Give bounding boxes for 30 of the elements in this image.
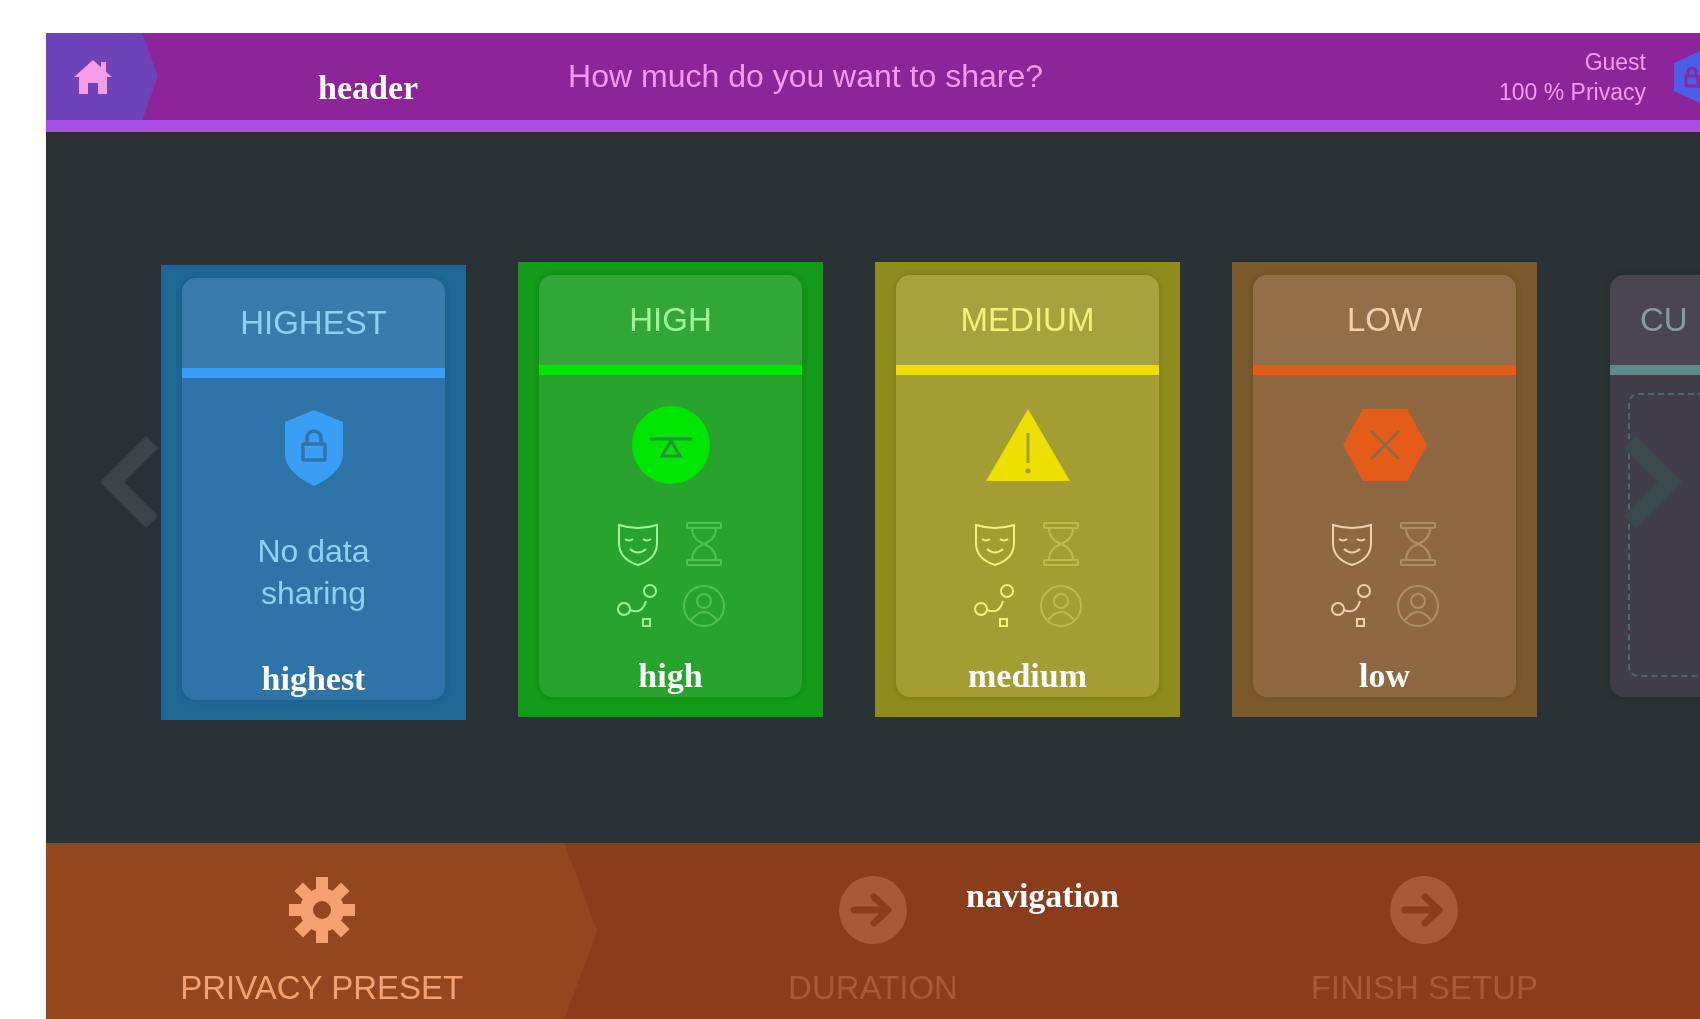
hexagon-x-icon <box>1340 407 1429 483</box>
gear-icon <box>286 875 357 945</box>
page-title: How much do you want to share? <box>568 58 1043 95</box>
annotation-label: low <box>1359 657 1410 695</box>
home-button[interactable] <box>46 33 158 120</box>
annotation-label: highest <box>261 660 366 698</box>
arrow-circle-icon <box>838 875 908 945</box>
step-tab[interactable]: PRIVACY PRESET <box>46 843 598 1019</box>
card-title: LOW <box>1253 275 1516 365</box>
seesaw-icon <box>631 406 710 484</box>
annotation-label: header <box>318 68 419 107</box>
card-title: HIGHEST <box>182 278 445 368</box>
card-title: HIGH <box>539 275 802 365</box>
shield-lock-icon <box>282 408 345 488</box>
annotation-label: navigation <box>966 877 1120 915</box>
card-description: No data sharing <box>256 532 371 613</box>
preset-card[interactable]: LOW low <box>1232 262 1537 717</box>
privacy-level: 100 % Privacy <box>1499 77 1646 107</box>
warning-icon <box>983 407 1072 483</box>
preset-card[interactable]: HIGH high <box>518 262 823 717</box>
card-title: MEDIUM <box>896 275 1159 365</box>
arrow-circle-icon <box>1389 875 1460 945</box>
preset-card[interactable]: HIGHEST No data sharing highest <box>161 265 466 720</box>
preset-card[interactable]: CU <box>1610 275 1700 697</box>
home-icon <box>72 57 114 96</box>
preset-card[interactable]: MEDIUM medium <box>875 262 1180 717</box>
annotation-label: medium <box>968 657 1087 695</box>
card-title: CU <box>1610 275 1700 365</box>
user-name: Guest <box>1584 47 1646 77</box>
annotation-label: high <box>638 657 703 695</box>
